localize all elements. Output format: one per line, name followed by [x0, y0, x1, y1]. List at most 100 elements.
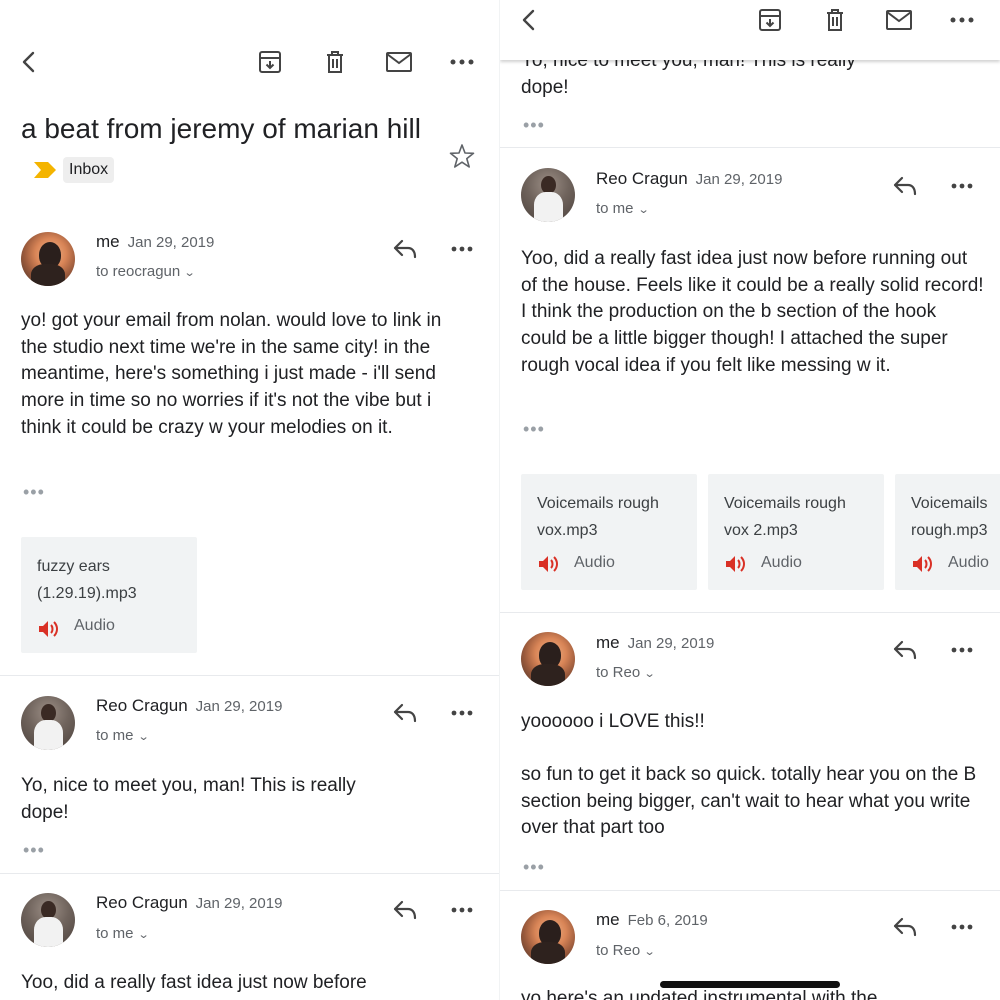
speaker-icon: [724, 554, 746, 579]
back-icon[interactable]: [510, 0, 550, 40]
more-icon[interactable]: [442, 42, 482, 82]
mark-unread-icon[interactable]: [379, 42, 419, 82]
recipient-toggle[interactable]: to me ⌄: [96, 726, 149, 747]
message-date: Jan 29, 2019: [195, 895, 283, 912]
recipient-toggle[interactable]: to me ⌄: [596, 199, 650, 220]
message-body: so fun to get it back so quick. totally …: [521, 764, 977, 839]
mark-unread-icon[interactable]: [879, 0, 919, 40]
show-trimmed-icon[interactable]: •••: [523, 858, 545, 876]
chevron-down-icon: ⌄: [643, 946, 656, 958]
divider: [500, 890, 1000, 891]
attachment-type: Audio: [761, 554, 802, 571]
attachment-card[interactable]: Voicemails rough.mp3 Audio: [895, 474, 1000, 590]
back-icon[interactable]: [10, 42, 50, 82]
message-body: Yo, nice to meet you, man! This is reall…: [21, 775, 356, 823]
attachment-name: Voicemails rough.mp3: [911, 495, 988, 539]
message-body: yoooooo i LOVE this!!: [521, 711, 705, 732]
message-body-preview: Yoo, did a really fast idea just now bef…: [21, 972, 367, 993]
divider: [0, 675, 500, 676]
message-body: Yoo, did a really fast idea just now bef…: [521, 248, 984, 376]
attachment-card[interactable]: Voicemails rough vox 2.mp3 Audio: [708, 474, 884, 590]
delete-icon[interactable]: [315, 42, 355, 82]
recipient-text: to Reo: [596, 942, 641, 959]
left-screenshot-panel: a beat from jeremy of marian hill Inbox m…: [0, 0, 500, 1000]
recipient-toggle[interactable]: to me ⌄: [96, 924, 150, 945]
reply-icon[interactable]: [885, 630, 925, 670]
right-screenshot-panel: Yo, nice to meet you, man! This is reall…: [500, 0, 1000, 1000]
show-trimmed-icon[interactable]: •••: [523, 420, 545, 438]
show-trimmed-icon[interactable]: •••: [23, 483, 45, 501]
message-more-icon[interactable]: [442, 693, 482, 733]
reply-icon[interactable]: [385, 693, 425, 733]
recipient-text: to me: [96, 727, 134, 744]
message-more-icon[interactable]: [442, 890, 482, 930]
message-header: me Jan 29, 2019: [96, 231, 214, 254]
message-more-icon[interactable]: [942, 166, 982, 206]
attachment-name: Voicemails rough vox 2.mp3: [724, 495, 846, 539]
message-header: me Jan 29, 2019: [596, 632, 714, 655]
sender-name: me: [596, 910, 620, 929]
chevron-down-icon: ⌄: [183, 267, 196, 279]
recipient-text: to me: [96, 925, 134, 942]
divider: [500, 147, 1000, 148]
star-icon[interactable]: [442, 136, 482, 176]
home-indicator[interactable]: [660, 981, 840, 988]
divider: [500, 612, 1000, 613]
recipient-toggle[interactable]: to Reo ⌄: [596, 941, 656, 962]
message-date: Jan 29, 2019: [627, 635, 715, 652]
message-date: Feb 6, 2019: [627, 912, 708, 929]
recipient-toggle[interactable]: to reocragun ⌄: [96, 262, 196, 283]
show-trimmed-icon[interactable]: •••: [523, 116, 545, 134]
message-date: Jan 29, 2019: [695, 171, 783, 188]
recipient-text: to Reo: [596, 664, 641, 681]
message-header: me Feb 6, 2019: [596, 909, 708, 932]
delete-icon[interactable]: [815, 0, 855, 40]
message-header: Reo Cragun Jan 29, 2019: [96, 695, 282, 718]
speaker-icon: [537, 554, 559, 579]
thread-subject: a beat from jeremy of marian hill Inbox: [21, 108, 441, 194]
message-more-icon[interactable]: [942, 907, 982, 947]
reply-icon[interactable]: [885, 166, 925, 206]
message-date: Jan 29, 2019: [195, 698, 283, 715]
message-more-icon[interactable]: [942, 630, 982, 670]
recipient-text: to reocragun: [96, 263, 181, 280]
attachment-card[interactable]: fuzzy ears (1.29.19).mp3 Audio: [21, 537, 197, 653]
speaker-icon: [911, 554, 933, 579]
message-more-icon[interactable]: [442, 229, 482, 269]
avatar[interactable]: [521, 632, 575, 686]
attachment-type: Audio: [574, 554, 615, 571]
important-marker-icon[interactable]: [33, 149, 57, 191]
attachment-type: Audio: [74, 617, 115, 634]
chevron-down-icon: ⌄: [137, 929, 150, 941]
sender-name: Reo Cragun: [96, 696, 188, 715]
chevron-down-icon: ⌄: [637, 204, 650, 216]
sender-name: Reo Cragun: [96, 893, 188, 912]
avatar[interactable]: [21, 893, 75, 947]
message-body: yo! got your email from nolan. would lov…: [21, 310, 442, 438]
avatar[interactable]: [21, 696, 75, 750]
message-header: Reo Cragun Jan 29, 2019: [96, 892, 282, 915]
recipient-toggle[interactable]: to Reo ⌄: [596, 663, 656, 684]
subject-text: a beat from jeremy of marian hill: [21, 113, 421, 144]
avatar[interactable]: [21, 232, 75, 286]
avatar[interactable]: [521, 910, 575, 964]
avatar[interactable]: [521, 168, 575, 222]
attachment-name: fuzzy ears (1.29.19).mp3: [37, 558, 137, 602]
reply-icon[interactable]: [885, 907, 925, 947]
divider: [0, 873, 500, 874]
more-icon[interactable]: [942, 0, 982, 40]
inbox-label-chip[interactable]: Inbox: [63, 156, 115, 183]
sender-name: me: [96, 232, 120, 251]
recipient-text: to me: [596, 200, 634, 217]
chevron-down-icon: ⌄: [643, 668, 656, 680]
archive-icon[interactable]: [750, 0, 790, 40]
attachment-card[interactable]: Voicemails rough vox.mp3 Audio: [521, 474, 697, 590]
archive-icon[interactable]: [250, 42, 290, 82]
sender-name: me: [596, 633, 620, 652]
message-date: Jan 29, 2019: [127, 234, 215, 251]
show-trimmed-icon[interactable]: •••: [23, 841, 45, 859]
reply-icon[interactable]: [385, 229, 425, 269]
message-header: Reo Cragun Jan 29, 2019: [596, 168, 782, 191]
reply-icon[interactable]: [385, 890, 425, 930]
speaker-icon: [37, 619, 59, 644]
